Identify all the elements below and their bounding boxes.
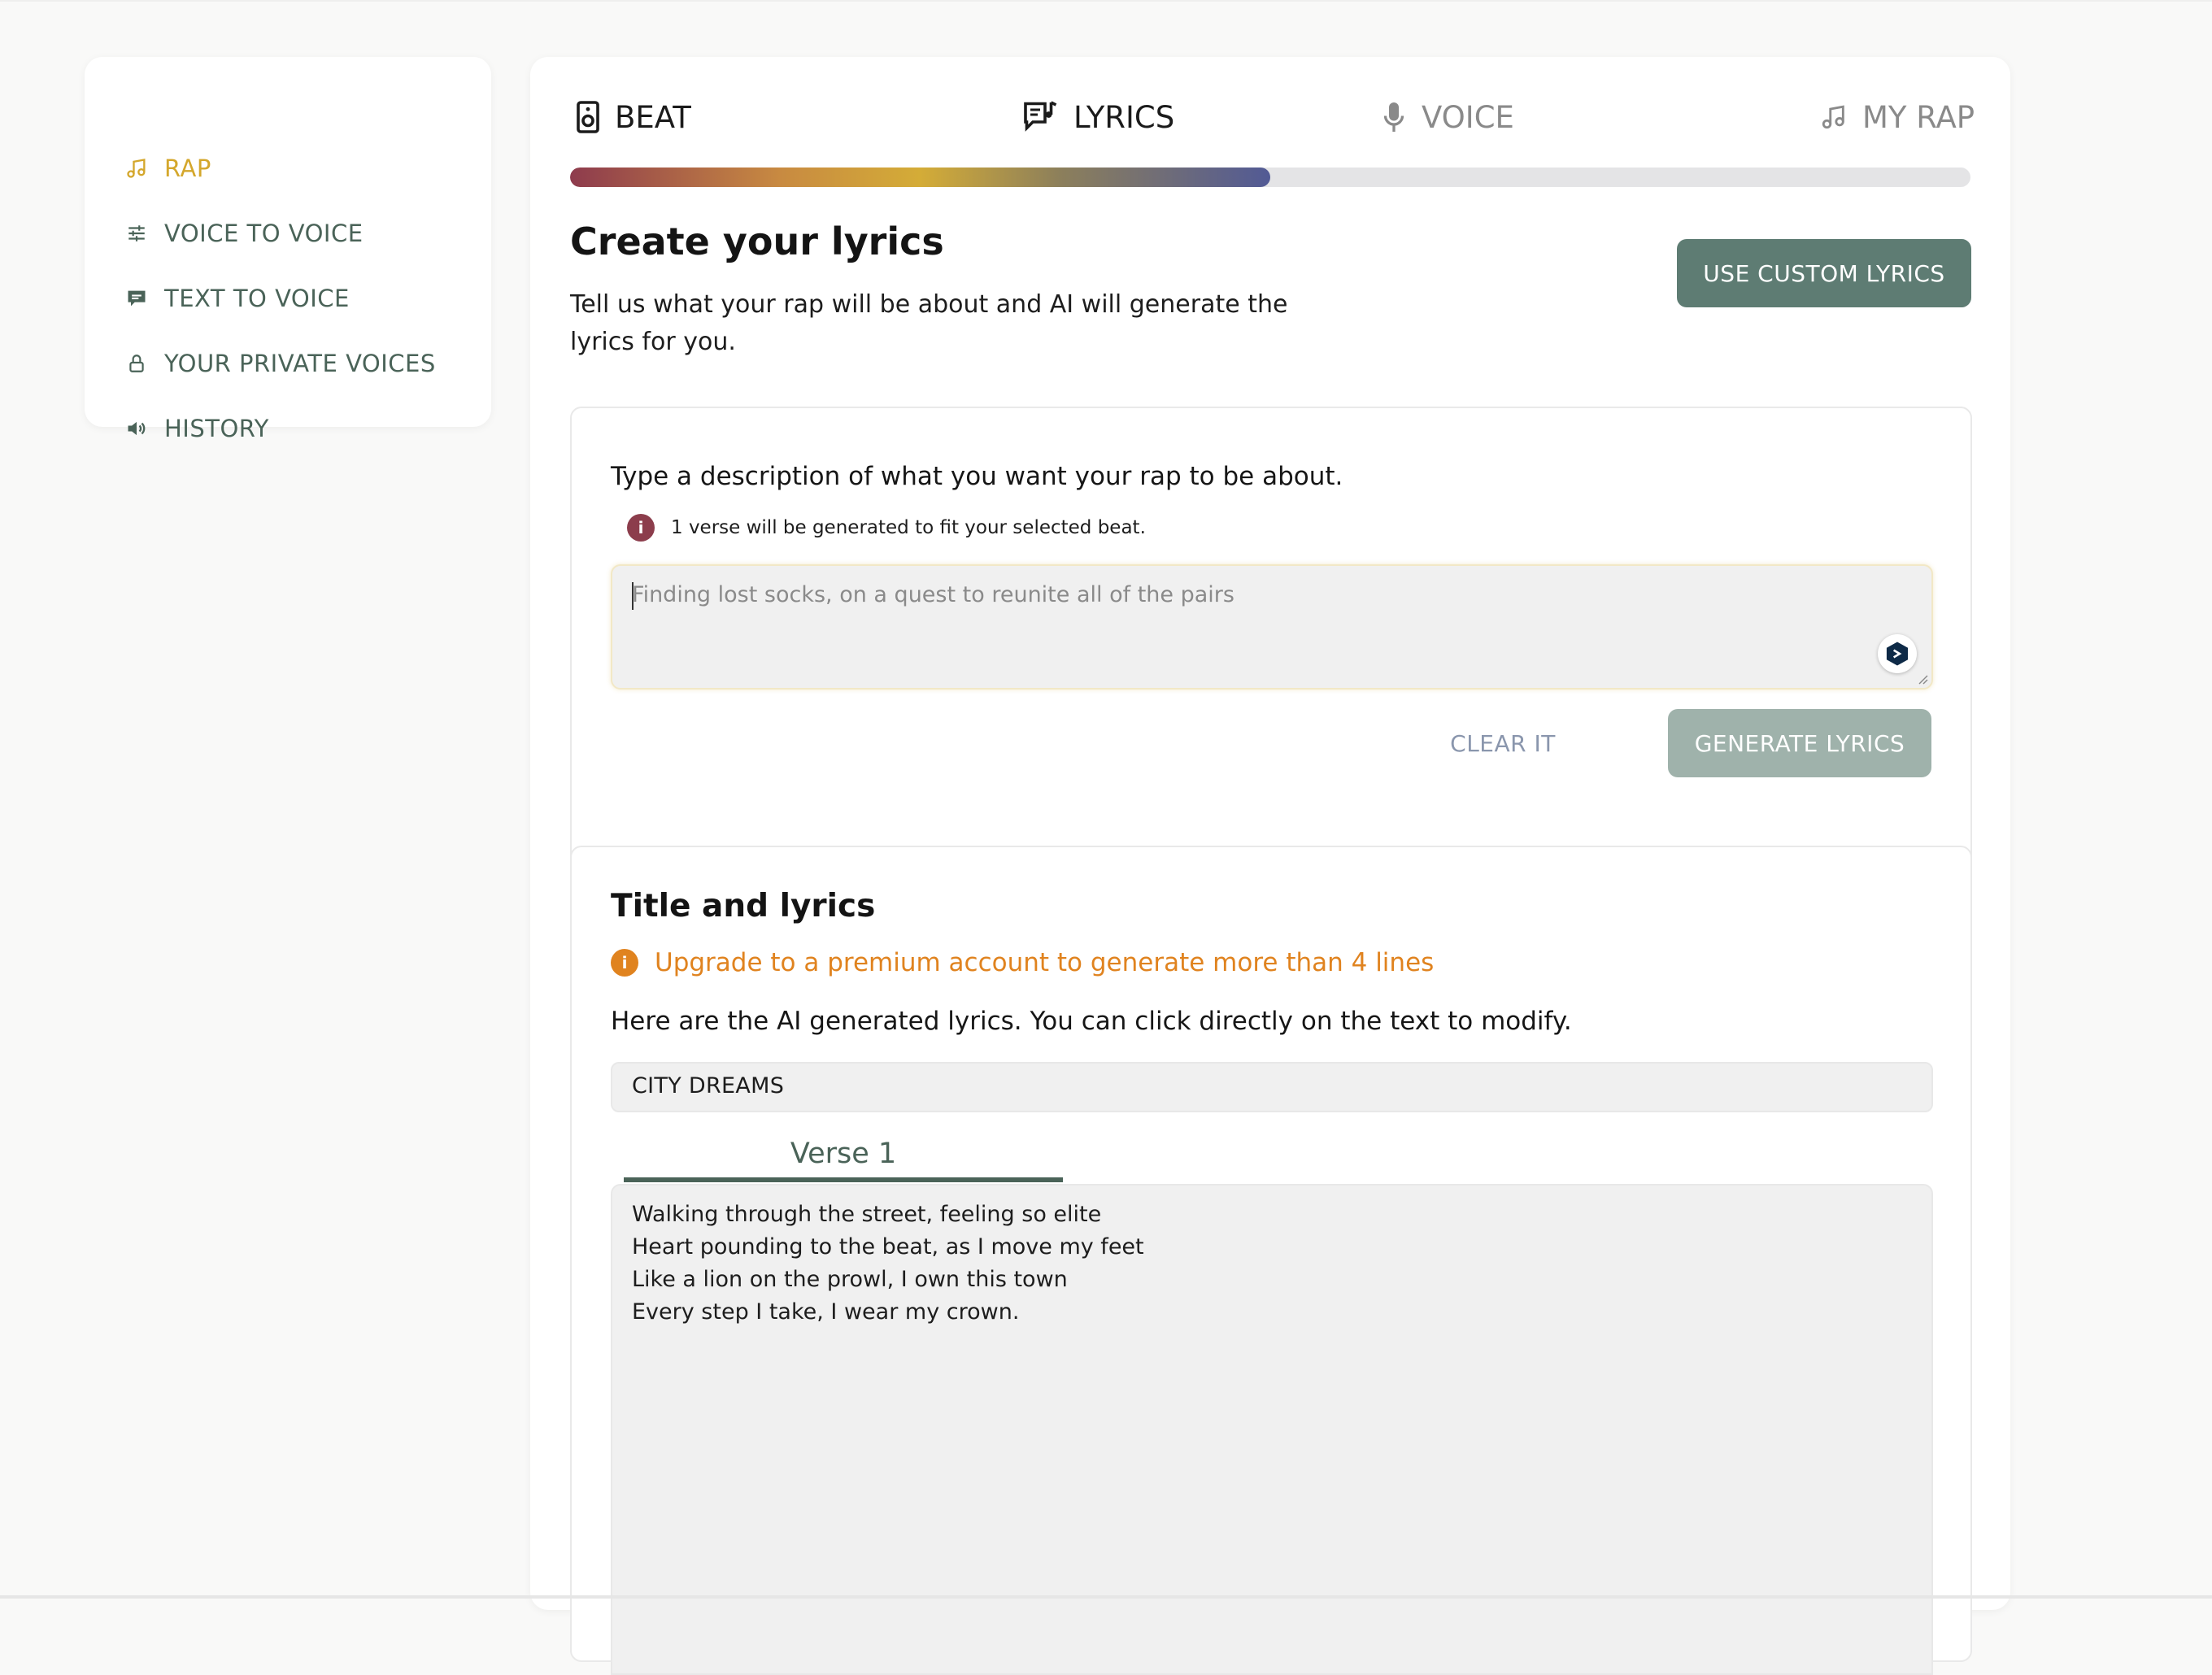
ai-assistant-icon[interactable] [1878,634,1917,673]
sidebar-item-label: VOICE TO VOICE [164,220,364,247]
lyric-line: Heart pounding to the beat, as I move my… [632,1234,1144,1260]
page-subtitle: Tell us what your rap will be about and … [570,290,1288,356]
warning-icon: i [611,949,638,977]
description-textarea[interactable]: Finding lost socks, on a quest to reunit… [611,564,1933,690]
tab-verse-1[interactable]: Verse 1 [624,1130,1063,1177]
main-card: BEAT LYRICS VOICE MY RAP Create your lyr… [530,57,2010,1675]
song-title-text: CITY DREAMS [632,1073,785,1099]
description-panel: Type a description of what you want your… [570,407,1972,877]
generate-lyrics-button[interactable]: GENERATE LYRICS [1668,709,1931,777]
step-label: LYRICS [1073,99,1175,135]
lyrics-panel-title: Title and lyrics [611,888,876,925]
top-border [0,0,2212,2]
sliders-icon [124,220,150,246]
upgrade-warning[interactable]: i Upgrade to a premium account to genera… [611,946,1434,979]
music-note-icon [1820,102,1848,132]
sidebar-item-voice-to-voice[interactable]: VOICE TO VOICE [124,213,364,254]
lyric-line: Every step I take, I wear my crown. [632,1299,1020,1325]
sidebar-item-label: HISTORY [164,415,269,442]
sidebar-item-private-voices[interactable]: YOUR PRIVATE VOICES [124,343,436,384]
text-caret [632,582,634,610]
verse-info-text: 1 verse will be generated to fit your se… [671,517,1146,538]
verse-info-note: i 1 verse will be generated to fit your … [627,514,1146,542]
speaker-box-icon [576,100,600,134]
step-lyrics[interactable]: LYRICS [1021,94,1174,140]
sidebar: RAP VOICE TO VOICE TEXT TO VOICE YOUR PR… [85,57,491,442]
step-label: MY RAP [1862,99,1975,135]
step-my-rap[interactable]: MY RAP [1820,94,1975,140]
upgrade-warning-text: Upgrade to a premium account to generate… [655,948,1435,977]
description-placeholder: Finding lost socks, on a quest to reunit… [632,582,1234,607]
active-tab-indicator [624,1177,1063,1182]
bottom-border [0,1595,2212,1599]
page-title: Create your lyrics [570,220,944,263]
progress-fill [570,168,1270,187]
lyric-line: Like a lion on the prowl, I own this tow… [632,1267,1068,1292]
music-note-icon [124,155,150,181]
lyrics-icon [1021,100,1059,134]
step-voice[interactable]: VOICE [1381,94,1514,140]
progress-bar [570,168,1970,187]
info-icon: i [627,514,655,542]
song-title-field[interactable]: CITY DREAMS [611,1062,1933,1112]
use-custom-lyrics-button[interactable]: USE CUSTOM LYRICS [1677,239,1971,307]
sidebar-item-rap[interactable]: RAP [124,148,211,189]
lyrics-description: Here are the AI generated lyrics. You ca… [611,1007,1572,1036]
sidebar-item-history[interactable]: HISTORY [124,408,269,449]
lyrics-editor[interactable]: Walking through the street, feeling so e… [611,1184,1933,1675]
chat-bubble-icon [124,285,150,311]
description-label: Type a description of what you want your… [611,462,1343,491]
microphone-icon [1381,100,1407,134]
step-label: VOICE [1422,99,1514,135]
sidebar-item-label: RAP [164,154,211,182]
speaker-icon [124,415,150,442]
sidebar-item-text-to-voice[interactable]: TEXT TO VOICE [124,278,350,319]
clear-button[interactable]: CLEAR IT [1442,709,1564,777]
lyric-line: Walking through the street, feeling so e… [632,1202,1102,1227]
sidebar-item-label: TEXT TO VOICE [164,285,350,312]
sidebar-item-label: YOUR PRIVATE VOICES [164,350,436,377]
step-beat[interactable]: BEAT [576,94,691,140]
lock-icon [124,350,150,376]
resize-handle-icon[interactable] [1917,673,1928,685]
lyrics-panel: Title and lyrics i Upgrade to a premium … [570,846,1972,1675]
step-label: BEAT [615,99,691,135]
